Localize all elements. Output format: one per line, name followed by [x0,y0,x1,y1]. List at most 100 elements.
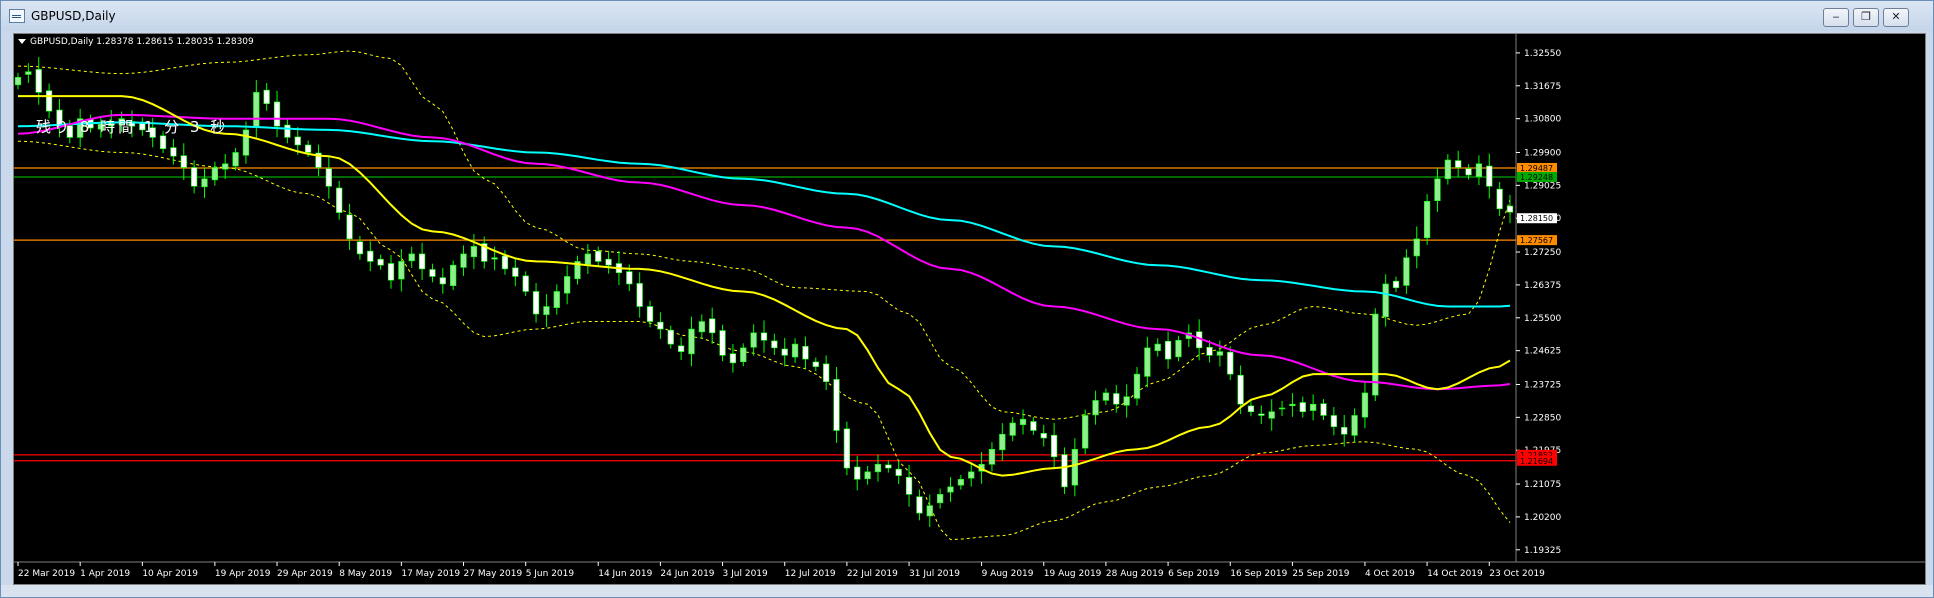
time-tick-label: 6 Sep 2019 [1168,569,1220,579]
price-tick-label: 1.27250 [1524,248,1561,258]
bearish-candle [377,258,384,266]
bullish-candle [1289,403,1296,407]
bearish-candle [885,464,892,469]
price-tick-label: 1.23725 [1524,380,1561,390]
bearish-candle [812,361,819,367]
bearish-candle [191,167,198,187]
bearish-candle [304,144,312,153]
price-level-label: 1.29248 [1520,173,1553,182]
bullish-candle [1361,392,1369,418]
bearish-candle [367,250,374,262]
bearish-candle [1486,165,1493,187]
price-tick-label: 1.29025 [1524,181,1561,191]
bullish-candle [1154,343,1161,351]
bullish-candle [1403,257,1410,286]
bullish-candle [1102,392,1110,401]
bearish-candle [677,345,685,352]
bullish-candle [211,167,218,181]
bearish-candle [170,147,177,157]
time-tick-label: 8 May 2019 [339,569,392,579]
bullish-candle [947,486,954,493]
time-tick-label: 10 Apr 2019 [142,569,198,579]
bullish-candle [1019,418,1027,425]
bullish-candle [1175,340,1182,358]
bullish-candle [864,471,871,480]
bearish-candle [263,89,270,104]
bearish-candle [771,340,778,349]
bullish-candle [470,246,478,258]
bullish-candle [937,494,944,504]
time-tick-label: 23 Oct 2019 [1489,569,1545,579]
time-tick-label: 17 May 2019 [401,569,460,579]
title-bar[interactable]: GBPUSD,Daily ‒ ❐ ✕ [1,1,1933,31]
bullish-candle [491,257,498,260]
chart-window-icon [9,9,25,23]
bullish-candle [14,77,22,86]
price-tick-label: 1.30800 [1524,115,1561,125]
bollinger-upper-band [17,50,1511,420]
bearish-candle [346,214,353,240]
bearish-candle [35,69,42,93]
time-tick-label: 12 Jul 2019 [785,569,836,579]
price-tick-label: 1.31675 [1524,82,1561,92]
bullish-candle [740,347,747,363]
price-tick-label: 1.20200 [1524,513,1561,523]
bullish-candle [1413,238,1420,257]
price-chart-svg[interactable]: 1.32550 1.31675 1.30800 1.29900 1.29025 1.281… [14,34,1925,584]
bearish-candle [905,476,913,495]
time-tick-label: 27 May 2019 [464,569,523,579]
bearish-candle [1299,402,1306,413]
bullish-candle [553,291,560,308]
bearish-candle [1040,433,1047,439]
bearish-candle [760,332,768,341]
time-tick-label: 29 Apr 2019 [277,569,333,579]
restore-button[interactable]: ❐ [1853,8,1879,27]
bearish-candle [646,306,654,322]
time-tick-label: 19 Aug 2019 [1044,569,1102,579]
price-tick-label: 1.24625 [1524,347,1561,357]
bullish-candle [1382,283,1389,318]
price-level-label: 1.28150 [1520,214,1553,223]
bullish-candle [450,264,457,286]
bullish-candle [750,332,757,348]
time-tick-label: 9 Aug 2019 [982,569,1034,579]
bearish-candle [512,267,519,277]
price-level-label: 1.27567 [1520,236,1553,245]
price-chart[interactable]: 1.32550 1.31675 1.30800 1.29900 1.29025 1.281… [13,33,1926,585]
bullish-candle [874,464,882,473]
bearish-candle [522,275,529,292]
bearish-candle [1330,415,1337,428]
bearish-candle [501,255,509,270]
time-tick-label: 24 Jun 2019 [660,569,714,579]
window-title: GBPUSD,Daily [31,9,116,23]
bearish-candle [854,466,861,480]
close-button[interactable]: ✕ [1883,8,1909,27]
bearish-candle [1465,168,1472,176]
chart-menu-triangle-icon[interactable] [18,39,26,44]
symbol-info: GBPUSD,Daily 1.28378 1.28615 1.28035 1.2… [18,37,254,47]
bullish-candle [1268,411,1275,419]
time-tick-label: 1 Apr 2019 [80,569,130,579]
price-tick-label: 1.19325 [1524,546,1561,556]
bearish-candle [429,269,436,277]
price-tick-label: 1.26375 [1524,281,1561,291]
bullish-candle [564,276,571,294]
bearish-candle [325,168,332,187]
minimize-button[interactable]: ‒ [1823,8,1849,27]
time-tick-label: 3 Jul 2019 [723,569,768,579]
bullish-candle [1475,163,1483,178]
bearish-candle [895,468,902,476]
bearish-candle [294,136,301,146]
bullish-candle [1423,201,1431,239]
bearish-candle [180,155,187,168]
bullish-candle [408,253,415,262]
bearish-candle [781,348,788,356]
bar-countdown: 残り 8 時間 1 分 3 秒 [36,118,229,136]
bullish-candle [968,471,975,479]
bearish-candle [439,277,446,285]
bearish-candle [729,353,737,364]
time-tick-label: 14 Oct 2019 [1427,569,1483,579]
bearish-candle [667,329,674,345]
moving-average-slow-line [17,121,1511,308]
bearish-candle [1341,427,1348,435]
